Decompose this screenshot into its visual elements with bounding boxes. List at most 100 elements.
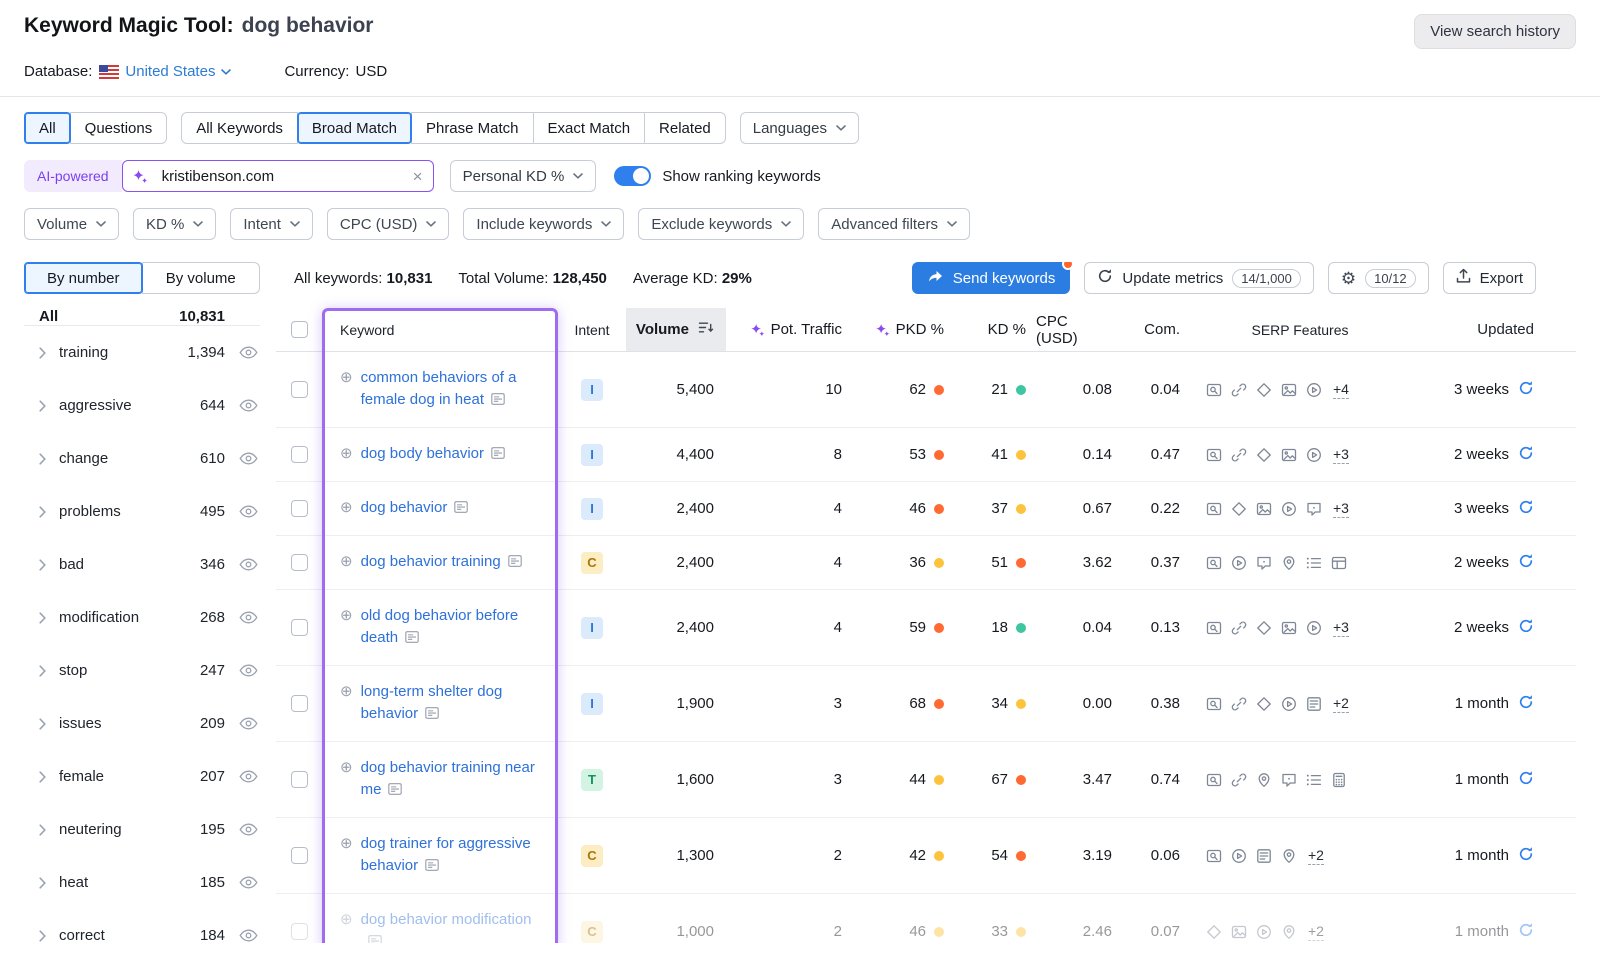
eye-icon[interactable] (239, 505, 258, 518)
preview-icon[interactable] (1206, 501, 1222, 517)
row-checkbox[interactable] (291, 381, 308, 398)
domain-input[interactable] (162, 168, 405, 185)
question-icon[interactable] (1281, 772, 1297, 788)
video-icon[interactable] (1281, 501, 1297, 517)
serp-more-link[interactable]: +3 (1333, 500, 1349, 518)
match-type-tab[interactable]: Phrase Match (411, 112, 534, 144)
image-icon[interactable] (1231, 924, 1247, 940)
personal-kd-dropdown[interactable]: Personal KD % (450, 160, 597, 192)
filter-dropdown[interactable]: Volume (24, 208, 119, 240)
preview-icon[interactable] (1206, 772, 1222, 788)
refresh-icon[interactable] (1518, 694, 1534, 714)
match-type-tab[interactable]: Related (644, 112, 726, 144)
eye-icon[interactable] (239, 876, 258, 889)
link-icon[interactable] (1231, 696, 1247, 712)
match-type-tab[interactable]: All (24, 112, 71, 144)
refresh-icon[interactable] (1518, 846, 1534, 866)
add-keyword-icon[interactable]: ⊕ (340, 367, 353, 389)
link-icon[interactable] (1231, 772, 1247, 788)
preview-icon[interactable] (1206, 555, 1222, 571)
chevron-right-icon[interactable] (39, 559, 46, 571)
row-checkbox[interactable] (291, 923, 308, 940)
chevron-right-icon[interactable] (39, 930, 46, 942)
row-checkbox[interactable] (291, 771, 308, 788)
serp-preview-icon[interactable] (405, 628, 419, 650)
chevron-right-icon[interactable] (39, 877, 46, 889)
diamond-icon[interactable] (1256, 447, 1272, 463)
diamond-icon[interactable] (1256, 382, 1272, 398)
eye-icon[interactable] (239, 346, 258, 359)
link-icon[interactable] (1231, 620, 1247, 636)
add-keyword-icon[interactable]: ⊕ (340, 551, 353, 573)
match-type-tab[interactable]: Questions (70, 112, 168, 144)
diamond-icon[interactable] (1206, 924, 1222, 940)
location-icon[interactable] (1281, 555, 1297, 571)
serp-more-link[interactable]: +2 (1333, 695, 1349, 713)
filter-dropdown[interactable]: Intent (230, 208, 313, 240)
chevron-right-icon[interactable] (39, 612, 46, 624)
keyword-link[interactable]: dog body behavior (361, 445, 484, 462)
filter-dropdown[interactable]: Exclude keywords (638, 208, 804, 240)
export-button[interactable]: Export (1443, 262, 1536, 294)
keyword-link[interactable]: dog behavior modification (361, 911, 532, 928)
select-all-checkbox[interactable] (291, 321, 308, 338)
match-type-tab[interactable]: All Keywords (181, 112, 298, 144)
eye-icon[interactable] (239, 452, 258, 465)
keyword-link[interactable]: dog behavior training (361, 553, 501, 570)
view-search-history-button[interactable]: View search history (1414, 14, 1576, 49)
row-checkbox[interactable] (291, 695, 308, 712)
eye-icon[interactable] (239, 717, 258, 730)
diamond-icon[interactable] (1256, 696, 1272, 712)
serp-more-link[interactable]: +2 (1308, 847, 1324, 865)
image-icon[interactable] (1281, 620, 1297, 636)
add-keyword-icon[interactable]: ⊕ (340, 757, 353, 779)
refresh-icon[interactable] (1518, 770, 1534, 790)
chevron-right-icon[interactable] (39, 718, 46, 730)
eye-icon[interactable] (239, 770, 258, 783)
list-icon[interactable] (1306, 555, 1322, 571)
chevron-right-icon[interactable] (39, 400, 46, 412)
refresh-icon[interactable] (1518, 553, 1534, 573)
sidebar-group-item[interactable]: training 1,394 (24, 326, 260, 379)
by-volume-tab[interactable]: By volume (142, 262, 261, 294)
sidebar-group-item[interactable]: modification 268 (24, 591, 260, 644)
diamond-icon[interactable] (1256, 620, 1272, 636)
add-keyword-icon[interactable]: ⊕ (340, 909, 353, 931)
eye-icon[interactable] (239, 929, 258, 942)
diamond-icon[interactable] (1231, 501, 1247, 517)
location-icon[interactable] (1256, 772, 1272, 788)
refresh-icon[interactable] (1518, 618, 1534, 638)
video-icon[interactable] (1231, 848, 1247, 864)
filter-dropdown[interactable]: Advanced filters (818, 208, 970, 240)
sidebar-item-all[interactable]: All 10,831 (24, 308, 260, 326)
eye-icon[interactable] (239, 399, 258, 412)
chevron-right-icon[interactable] (39, 824, 46, 836)
volume-column-header[interactable]: Volume (626, 308, 726, 351)
sidebar-group-item[interactable]: change 610 (24, 432, 260, 485)
eye-icon[interactable] (239, 611, 258, 624)
refresh-icon[interactable] (1518, 445, 1534, 465)
preview-icon[interactable] (1206, 848, 1222, 864)
columns-settings-button[interactable]: ⚙ 10/12 (1328, 262, 1429, 294)
sidebar-group-item[interactable]: female 207 (24, 750, 260, 803)
sidebar-group-item[interactable]: issues 209 (24, 697, 260, 750)
add-keyword-icon[interactable]: ⊕ (340, 681, 353, 703)
sidebar-group-item[interactable]: neutering 195 (24, 803, 260, 856)
refresh-icon[interactable] (1518, 922, 1534, 942)
keyword-link[interactable]: dog behavior (361, 499, 448, 516)
serp-more-link[interactable]: +2 (1308, 923, 1324, 941)
chevron-right-icon[interactable] (39, 506, 46, 518)
send-keywords-button[interactable]: Send keywords (912, 262, 1071, 294)
keyword-link[interactable]: dog trainer for aggressive behavior (361, 835, 531, 874)
chevron-right-icon[interactable] (39, 771, 46, 783)
row-checkbox[interactable] (291, 847, 308, 864)
video-icon[interactable] (1256, 924, 1272, 940)
add-keyword-icon[interactable]: ⊕ (340, 443, 353, 465)
image-icon[interactable] (1256, 501, 1272, 517)
calculator-icon[interactable] (1331, 772, 1347, 788)
add-keyword-icon[interactable]: ⊕ (340, 605, 353, 627)
serp-preview-icon[interactable] (491, 444, 505, 466)
sidebar-group-item[interactable]: correct 184 (24, 909, 260, 943)
serp-preview-icon[interactable] (388, 780, 402, 802)
preview-icon[interactable] (1206, 620, 1222, 636)
